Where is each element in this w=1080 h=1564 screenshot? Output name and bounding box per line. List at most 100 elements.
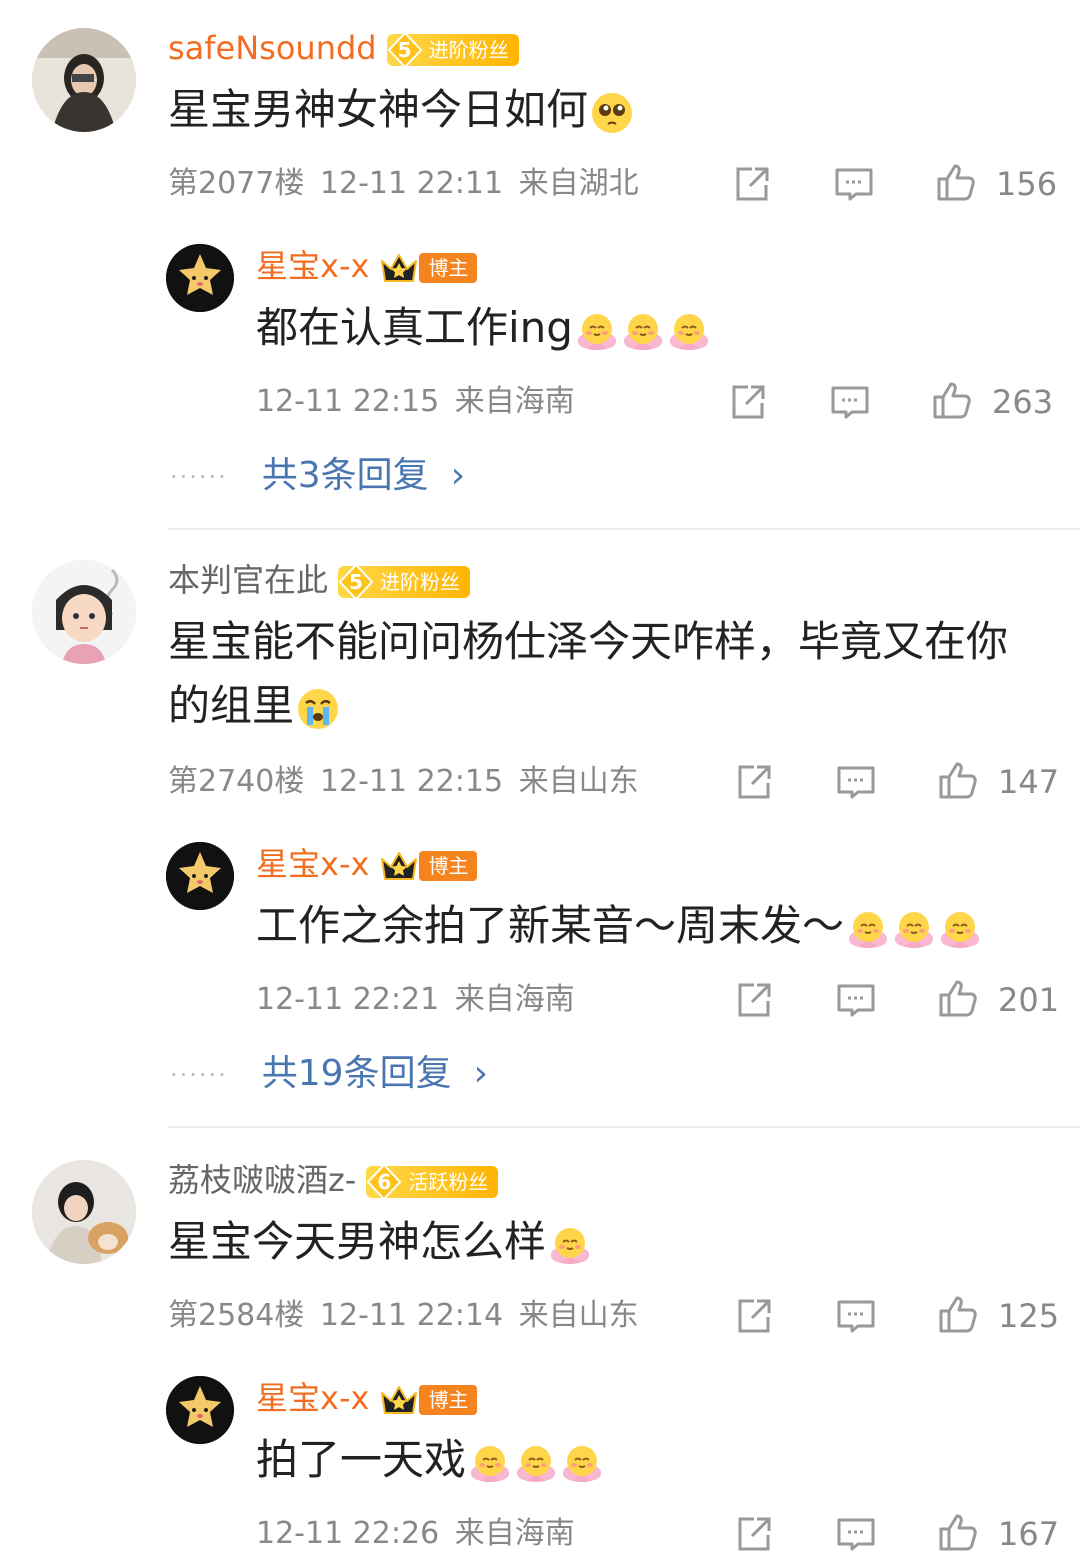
share-icon[interactable] [734, 980, 774, 1020]
share-icon[interactable] [734, 762, 774, 802]
floor-number: 第2077楼 [168, 166, 305, 201]
more-replies-label[interactable]: 共19条回复 [262, 1053, 452, 1094]
like-icon[interactable] [938, 1294, 978, 1334]
more-replies-label[interactable]: 共3条回复 [262, 455, 429, 496]
username-text[interactable]: 本判官在此 [168, 561, 328, 599]
reply-avatar[interactable] [166, 244, 234, 312]
reply-username-text[interactable]: 星宝x-x [256, 845, 369, 883]
host-badge-label: 博主 [419, 1385, 478, 1415]
fan-badge[interactable]: 5 进阶粉丝 [338, 566, 471, 598]
comment-icon[interactable] [836, 1514, 876, 1554]
lotus-emoji-icon [938, 907, 982, 951]
share-icon[interactable] [734, 1296, 774, 1336]
share-icon[interactable] [732, 164, 772, 204]
comment-text: 星宝今天男神怎么样 [168, 1210, 1048, 1274]
lotus-emoji-icon [548, 1223, 592, 1267]
reply-text: 都在认真工作ing [256, 296, 1080, 360]
divider [168, 528, 1080, 530]
avatar[interactable] [32, 28, 136, 132]
reply-avatar[interactable] [166, 1376, 234, 1444]
more-replies-link[interactable]: ······ 共19条回复 › [170, 1052, 488, 1097]
username[interactable]: safeNsoundd 5 进阶粉丝 [168, 28, 519, 68]
like-count: 167 [998, 1515, 1060, 1553]
reply-username[interactable]: 星宝x-x 博主 [256, 1378, 479, 1418]
pleading-emoji-icon [590, 91, 634, 135]
comment-icon[interactable] [836, 980, 876, 1020]
reply-meta: 12-11 22:15 来自海南 [256, 382, 575, 422]
dots: ······ [170, 1061, 228, 1089]
fan-badge[interactable]: 5 进阶粉丝 [386, 34, 519, 66]
timestamp: 12-11 22:21 [256, 982, 440, 1017]
comment-icon[interactable] [836, 762, 876, 802]
host-badge: 博主 [379, 849, 479, 883]
avatar[interactable] [32, 560, 136, 664]
like-count: 263 [992, 383, 1054, 421]
location: 来自山东 [518, 764, 639, 799]
lotus-emoji-icon [621, 309, 665, 353]
like-icon[interactable] [936, 162, 976, 202]
crown-icon [379, 1383, 419, 1417]
timestamp: 12-11 22:14 [319, 1298, 504, 1333]
like-icon[interactable] [938, 760, 978, 800]
like-count: 125 [998, 1297, 1060, 1335]
reply-username[interactable]: 星宝x-x 博主 [256, 246, 479, 286]
lotus-emoji-icon [468, 1441, 512, 1485]
location: 来自海南 [454, 384, 575, 419]
comment-icon[interactable] [830, 382, 870, 422]
badge-label: 进阶粉丝 [380, 570, 461, 594]
username[interactable]: 荔枝啵啵酒z- 6 活跃粉丝 [168, 1160, 499, 1200]
lotus-emoji-icon [560, 1441, 604, 1485]
comment-meta: 第2077楼 12-11 22:11 来自湖北 [168, 164, 639, 204]
reply-avatar[interactable] [166, 842, 234, 910]
comment-text-content: 星宝男神女神今日如何 [168, 85, 589, 134]
floor-number: 第2740楼 [168, 764, 305, 799]
comment-icon[interactable] [836, 1296, 876, 1336]
lotus-emoji-icon [846, 907, 890, 951]
timestamp: 12-11 22:15 [319, 764, 504, 799]
badge-label: 进阶粉丝 [428, 38, 509, 62]
lotus-emoji-icon [892, 907, 936, 951]
reply-username-text[interactable]: 星宝x-x [256, 247, 369, 285]
avatar[interactable] [32, 1160, 136, 1264]
host-badge-label: 博主 [419, 253, 478, 283]
like-icon[interactable] [938, 1512, 978, 1552]
location: 来自海南 [454, 982, 575, 1017]
dots: ······ [170, 463, 228, 491]
reply-meta: 12-11 22:21 来自海南 [256, 980, 575, 1020]
crying-emoji-icon [296, 687, 340, 731]
share-icon[interactable] [728, 382, 768, 422]
username[interactable]: 本判官在此 5 进阶粉丝 [168, 560, 471, 600]
crown-icon [379, 849, 419, 883]
location: 来自湖北 [518, 166, 639, 201]
level-number: 5 [397, 38, 412, 62]
like-count: 147 [998, 763, 1060, 801]
chevron-right-icon[interactable]: › [451, 455, 465, 496]
reply-username-text[interactable]: 星宝x-x [256, 1379, 369, 1417]
username-text[interactable]: safeNsoundd [168, 29, 377, 67]
level-number: 5 [349, 570, 363, 594]
comment-text-content: 星宝能不能问问杨仕泽今天咋样，毕竟又在你的组里 [168, 617, 1009, 730]
level-icon: 6 [366, 1164, 402, 1200]
timestamp: 12-11 22:11 [319, 166, 504, 201]
like-icon[interactable] [932, 380, 972, 420]
username-text[interactable]: 荔枝啵啵酒z- [168, 1161, 356, 1199]
fan-badge[interactable]: 6 活跃粉丝 [366, 1164, 499, 1200]
location: 来自山东 [518, 1298, 639, 1333]
reply-username[interactable]: 星宝x-x 博主 [256, 844, 479, 884]
reply-meta: 12-11 22:26 来自海南 [256, 1514, 575, 1554]
share-icon[interactable] [734, 1514, 774, 1554]
reply-text-content: 都在认真工作ing [256, 303, 573, 352]
chevron-right-icon[interactable]: › [474, 1053, 488, 1094]
divider [168, 1126, 1080, 1128]
reply-text: 工作之余拍了新某音～周末发～ [256, 894, 1080, 958]
like-count: 156 [996, 165, 1058, 203]
reply-text-content: 拍了一天戏 [256, 1435, 467, 1484]
timestamp: 12-11 22:26 [256, 1516, 440, 1551]
like-count: 201 [998, 981, 1060, 1019]
more-replies-link[interactable]: ······ 共3条回复 › [170, 454, 465, 499]
comment-text: 星宝能不能问问杨仕泽今天咋样，毕竟又在你的组里 [168, 610, 1048, 738]
comment-icon[interactable] [834, 164, 874, 204]
host-badge: 博主 [379, 1383, 479, 1417]
like-icon[interactable] [938, 978, 978, 1018]
floor-number: 第2584楼 [168, 1298, 305, 1333]
